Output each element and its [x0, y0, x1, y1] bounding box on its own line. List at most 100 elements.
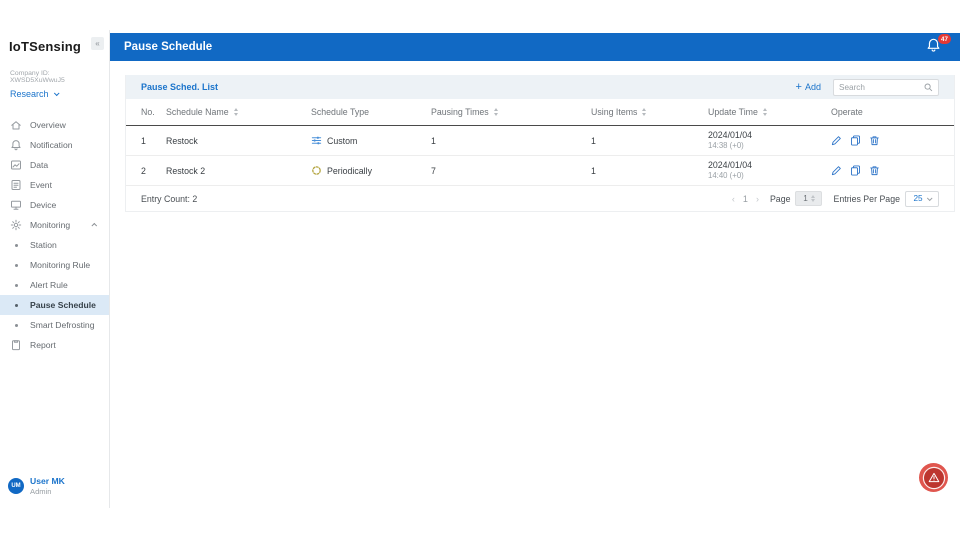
sidebar-item-monitoring[interactable]: Monitoring — [0, 215, 109, 235]
table-row: 1 Restock Custom 1 1 2024/01/04 14:38 (+… — [126, 126, 954, 156]
cell-schedule-type: Periodically — [311, 165, 431, 176]
sidebar-item-monitoring-rule[interactable]: Monitoring Rule — [0, 255, 109, 275]
cell-update-time: 2024/01/04 14:38 (+0) — [708, 129, 753, 151]
sort-icon — [762, 108, 767, 116]
notification-bell-button[interactable]: 47 — [926, 34, 951, 57]
edit-icon[interactable] — [831, 135, 842, 146]
sidebar-item-device[interactable]: Device — [0, 195, 109, 215]
sliders-icon — [311, 136, 322, 145]
home-icon — [10, 119, 26, 131]
cell-update-time: 2024/01/04 14:40 (+0) — [708, 159, 753, 181]
search-input[interactable] — [839, 82, 924, 92]
cell-schedule-name: Restock 2 — [166, 165, 206, 176]
sidebar-item-report[interactable]: Report — [0, 335, 109, 355]
bullet-icon — [10, 243, 26, 247]
report-icon — [10, 339, 26, 351]
sidebar: IoTSensing « Company ID: XWSD5XuWwuJ5 Re… — [0, 30, 110, 508]
sort-icon — [493, 108, 498, 116]
panel-header: Pause Sched. List + Add — [126, 75, 954, 99]
sidebar-item-data[interactable]: Data — [0, 155, 109, 175]
column-schedule-type: Schedule Type — [311, 107, 370, 117]
add-button[interactable]: + Add — [795, 80, 821, 93]
copy-icon[interactable] — [850, 165, 861, 176]
chevron-down-icon — [926, 194, 933, 201]
alarm-inner-circle — [923, 467, 944, 488]
sidebar-item-pause-schedule[interactable]: Pause Schedule — [0, 295, 109, 315]
sidebar-item-alert-rule[interactable]: Alert Rule — [0, 275, 109, 295]
plus-icon: + — [795, 80, 802, 93]
bell-icon — [10, 139, 26, 151]
search-box — [833, 78, 939, 96]
workspace-selector[interactable]: Research — [10, 89, 99, 99]
sidebar-item-overview[interactable]: Overview — [0, 115, 109, 135]
warning-triangle-icon — [928, 472, 939, 483]
top-bar: Pause Schedule 47 — [110, 33, 960, 61]
user-role: Admin — [30, 487, 52, 496]
search-icon — [924, 83, 933, 91]
cell-using-items: 1 — [591, 135, 596, 146]
company-id: Company ID: XWSD5XuWwuJ5 — [10, 70, 65, 84]
column-pausing-times[interactable]: Pausing Times — [431, 107, 591, 117]
delete-icon[interactable] — [869, 165, 880, 176]
event-icon — [10, 179, 26, 191]
cell-schedule-type: Custom — [311, 135, 431, 146]
sort-icon — [642, 108, 647, 116]
sidebar-menu: Overview Notification Data Event Device … — [0, 115, 109, 355]
chevron-up-icon — [91, 222, 98, 229]
copy-icon[interactable] — [850, 135, 861, 146]
cell-schedule-name: Restock — [166, 135, 198, 146]
page-label: Page — [769, 193, 791, 204]
delete-icon[interactable] — [869, 135, 880, 146]
chevron-down-icon — [53, 90, 60, 97]
cell-using-items: 1 — [591, 165, 596, 176]
app-logo: IoTSensing — [9, 39, 82, 54]
bullet-icon — [10, 263, 26, 267]
entries-per-page-select[interactable]: 25 — [905, 190, 939, 207]
entry-count: Entry Count: 2 — [141, 193, 198, 204]
cell-operate — [831, 135, 939, 146]
table-footer: Entry Count: 2 ‹ 1 › Page 1 Entries Per … — [126, 186, 954, 211]
chart-icon — [10, 159, 26, 171]
device-icon — [10, 199, 26, 211]
app-root: IoTSensing « Company ID: XWSD5XuWwuJ5 Re… — [0, 0, 960, 540]
cycle-icon — [312, 166, 321, 175]
sidebar-item-station[interactable]: Station — [0, 235, 109, 255]
bullet-icon — [10, 323, 26, 327]
sort-icon — [233, 108, 238, 116]
workspace-label: Research — [10, 89, 49, 99]
bullet-icon — [10, 303, 26, 307]
table-header-row: No. Schedule Name Schedule Type Pausing … — [126, 99, 954, 126]
column-using-items[interactable]: Using Items — [591, 107, 708, 117]
pagination: ‹ 1 › — [732, 194, 759, 204]
edit-icon[interactable] — [831, 165, 842, 176]
cell-pausing-times: 1 — [431, 135, 436, 146]
table-row: 2 Restock 2 Periodically 7 1 2024/01/04 … — [126, 156, 954, 186]
column-operate: Operate — [831, 107, 863, 117]
spinner-icon — [810, 194, 815, 203]
bullet-icon — [10, 283, 26, 287]
page-number[interactable]: 1 — [743, 194, 748, 204]
column-update-time[interactable]: Update Time — [708, 107, 831, 117]
sidebar-item-event[interactable]: Event — [0, 175, 109, 195]
pause-schedule-panel: Pause Sched. List + Add No. Schedule Nam… — [125, 75, 955, 212]
sidebar-item-notification[interactable]: Notification — [0, 135, 109, 155]
panel-title: Pause Sched. List — [141, 82, 219, 92]
cell-operate — [831, 165, 939, 176]
sidebar-item-smart-defrosting[interactable]: Smart Defrosting — [0, 315, 109, 335]
user-name: User MK — [30, 476, 65, 486]
page-input[interactable]: 1 — [795, 191, 823, 206]
column-no: No. — [141, 107, 155, 117]
cell-no: 1 — [141, 135, 146, 146]
user-profile[interactable]: UM User MK Admin — [8, 476, 65, 496]
sidebar-collapse-icon[interactable]: « — [91, 37, 104, 50]
column-schedule-name[interactable]: Schedule Name — [166, 107, 311, 117]
cell-pausing-times: 7 — [431, 165, 436, 176]
entries-per-page-label: Entries Per Page — [833, 193, 900, 204]
alarm-fab-button[interactable] — [919, 463, 948, 492]
avatar: UM — [8, 478, 24, 494]
notification-badge: 47 — [938, 34, 951, 44]
gear-icon — [10, 219, 26, 231]
next-page-button[interactable]: › — [756, 194, 759, 204]
page-title: Pause Schedule — [124, 41, 213, 53]
prev-page-button[interactable]: ‹ — [732, 194, 735, 204]
